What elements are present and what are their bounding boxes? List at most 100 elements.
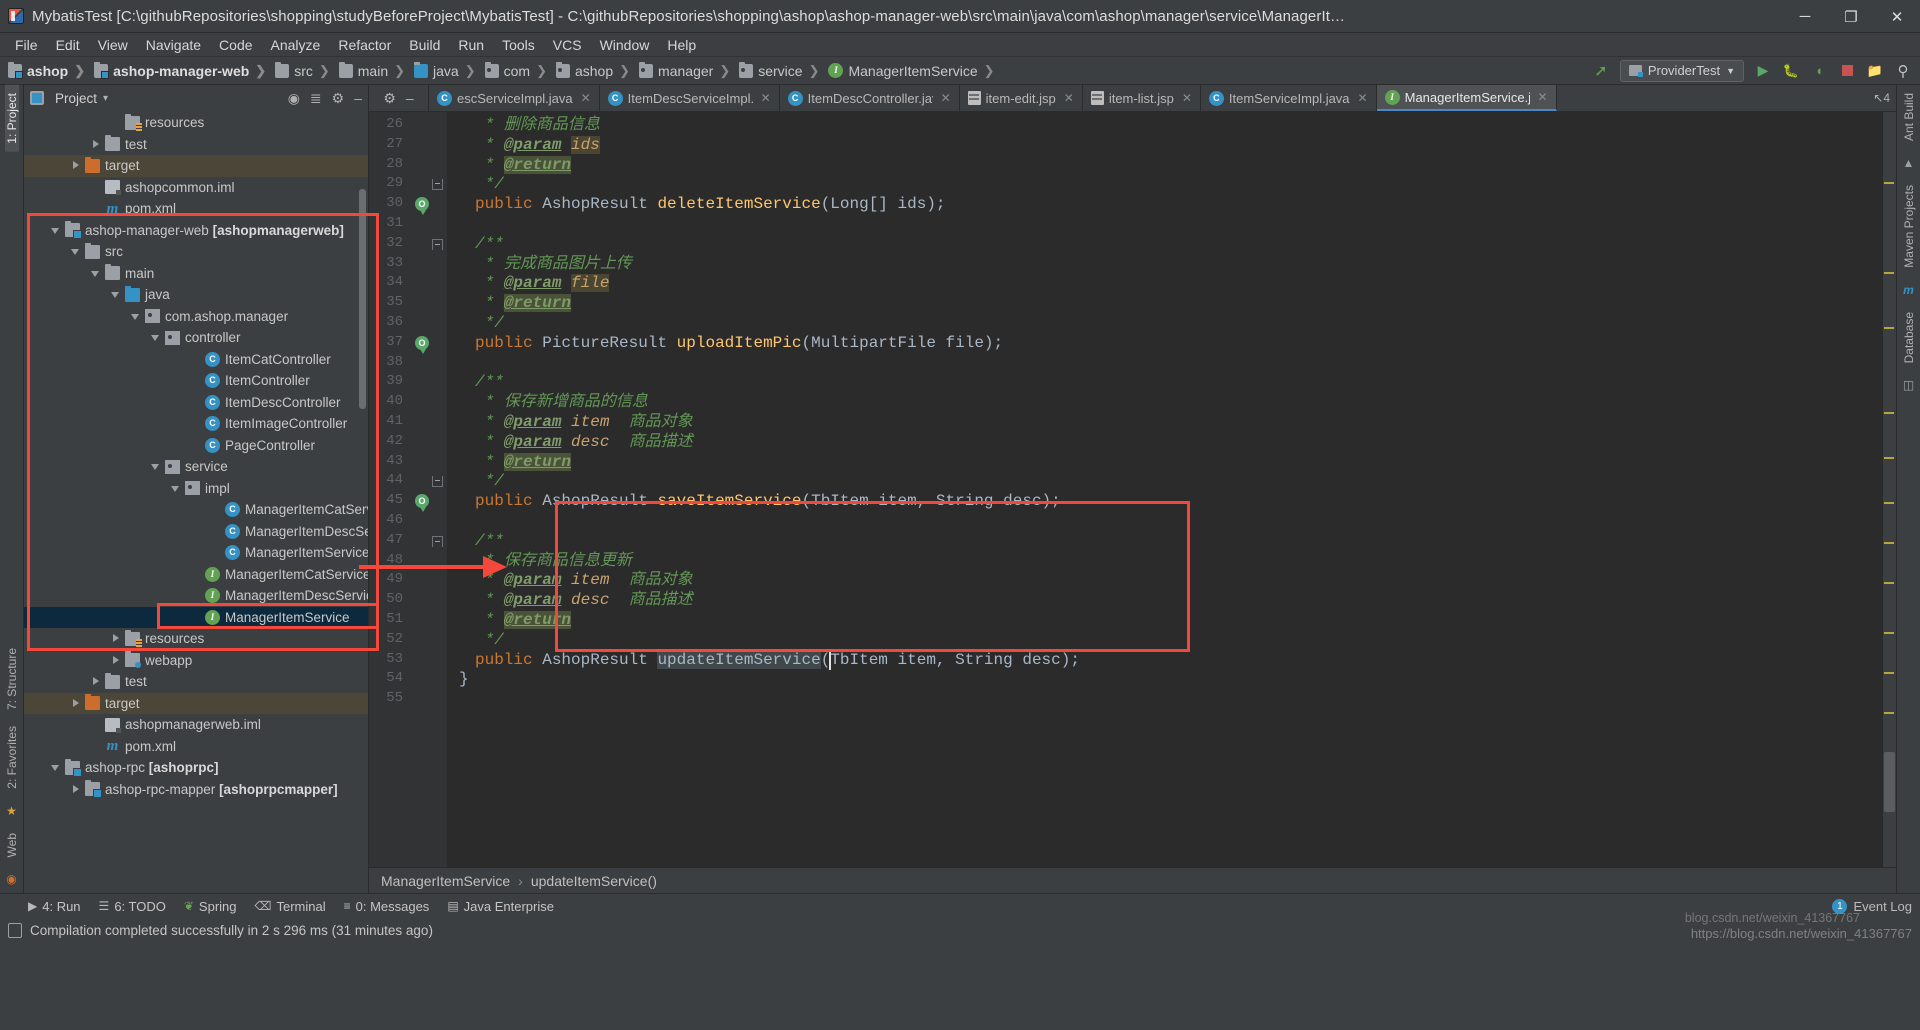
chevron-expanded-icon[interactable] (50, 761, 63, 774)
tree-item-impl[interactable]: impl (24, 478, 368, 500)
debug-bug-icon[interactable]: 🐛 (1782, 62, 1800, 80)
tree-item-itemcatcontroller[interactable]: C ItemCatController (24, 349, 368, 371)
menu-navigate[interactable]: Navigate (137, 35, 210, 55)
chevron-collapsed-icon[interactable] (70, 697, 83, 710)
tool-window-ant-build[interactable]: Ant Build (1902, 85, 1916, 149)
menu-refactor[interactable]: Refactor (329, 35, 400, 55)
menu-edit[interactable]: Edit (47, 35, 89, 55)
chevron-expanded-icon[interactable] (110, 288, 123, 301)
editor-tab-item-edit-jsp[interactable]: item-edit.jsp ✕ (960, 85, 1083, 111)
chevron-expanded-icon[interactable] (50, 224, 63, 237)
tree-item-target[interactable]: target (24, 155, 368, 177)
error-stripe-mark[interactable] (1884, 327, 1894, 329)
bottom-tool-0-messages[interactable]: ≡ 0: Messages (344, 899, 430, 914)
implemented-method-marker-icon[interactable]: O (415, 494, 429, 513)
editor-tab-item-list-jsp[interactable]: item-list.jsp ✕ (1083, 85, 1201, 111)
navbar-crumb-src[interactable]: src ❯ (273, 61, 337, 79)
menu-help[interactable]: Help (658, 35, 705, 55)
settings-gear-icon[interactable]: ⚙ (383, 90, 396, 107)
editor-gutter[interactable]: 26 27 28 29 30 31 32 33 34 35 36 37 38 39 40 41 42 43 44 45… (369, 112, 447, 867)
code-fold-bot-icon[interactable] (432, 179, 443, 191)
tree-item-target[interactable]: target (24, 692, 368, 714)
tool-window-project[interactable]: 1: Project (4, 85, 19, 152)
tree-item-ashopcommon.iml[interactable]: ashopcommon.iml (24, 177, 368, 199)
tree-item-itemcontroller[interactable]: C ItemController (24, 370, 368, 392)
run-icon[interactable]: ▶ (1754, 62, 1772, 80)
chevron-expanded-icon[interactable] (170, 482, 183, 495)
error-stripe-mark[interactable] (1884, 502, 1894, 504)
tree-item-manageritemserviceimpl[interactable]: C ManagerItemServiceImpl (24, 542, 368, 564)
hammer-build-icon[interactable]: ➚ (1592, 62, 1610, 80)
navbar-crumb-ashop-manager-web[interactable]: ashop-manager-web ❯ (92, 61, 273, 79)
chevron-expanded-icon[interactable] (70, 245, 83, 258)
error-stripe-mark[interactable] (1884, 672, 1894, 674)
tree-item-ashop-manager-web[interactable]: ashop-manager-web [ashopmanagerweb] (24, 220, 368, 242)
tree-item-resources[interactable]: resources (24, 628, 368, 650)
editor-tab-escserviceimpl-java[interactable]: CescServiceImpl.java ✕ (429, 85, 600, 111)
breadcrumb-member[interactable]: updateItemService() (531, 873, 657, 889)
editor-tab-manageritemservice-java[interactable]: IManagerItemService.java ✕ (1376, 85, 1557, 111)
tree-item-ashop-rpc-mapper[interactable]: ashop-rpc-mapper [ashoprpcmapper] (24, 779, 368, 801)
chevron-collapsed-icon[interactable] (110, 632, 123, 645)
chevron-collapsed-icon[interactable] (110, 654, 123, 667)
maximize-button[interactable]: ❐ (1828, 0, 1874, 33)
navbar-crumb-service[interactable]: service ❯ (737, 61, 826, 79)
bottom-tool-4-run[interactable]: ▶ 4: Run (28, 899, 81, 914)
database-icon[interactable]: ◫ (1901, 377, 1917, 393)
tree-item-pom.xml[interactable]: m pom.xml (24, 736, 368, 758)
close-icon[interactable]: ✕ (941, 91, 951, 105)
tree-item-manageritemcatserviceim[interactable]: C ManagerItemCatServiceIm (24, 499, 368, 521)
minimize-button[interactable]: ─ (1782, 0, 1828, 33)
chevron-collapsed-icon[interactable] (70, 783, 83, 796)
error-stripe-gutter[interactable] (1882, 112, 1896, 867)
navbar-crumb-java[interactable]: java ❯ (412, 61, 483, 79)
code-fold-bot-icon[interactable] (432, 476, 443, 488)
project-structure-icon[interactable]: 📁 (1866, 62, 1884, 80)
implemented-method-marker-icon[interactable]: O (415, 197, 429, 216)
chevron-collapsed-icon[interactable] (90, 138, 103, 151)
collapse-all-icon[interactable]: ≣ (310, 90, 322, 107)
tree-item-ashopmanagerweb.iml[interactable]: ashopmanagerweb.iml (24, 714, 368, 736)
menu-view[interactable]: View (89, 35, 137, 55)
tool-window-database[interactable]: Database (1902, 304, 1916, 371)
editor-tab-itemserviceimpl-java[interactable]: C ItemServiceImpl.java ✕ (1201, 85, 1377, 111)
tab-list-icon[interactable]: ↖4 (1873, 91, 1890, 105)
editor-tab-itemdescserviceimpl-java[interactable]: CItemDescServiceImpl.java ✕ (600, 85, 780, 111)
error-stripe-mark[interactable] (1884, 412, 1894, 414)
stop-icon[interactable] (1838, 62, 1856, 80)
close-icon[interactable]: ✕ (761, 91, 771, 105)
tree-item-pagecontroller[interactable]: C PageController (24, 435, 368, 457)
navbar-crumb-com[interactable]: com ❯ (483, 61, 554, 79)
navbar-crumb-manageritemservice[interactable]: I ManagerItemService ❯ (826, 63, 1001, 79)
maven-icon[interactable]: m (1901, 282, 1917, 298)
tree-item-test[interactable]: test (24, 134, 368, 156)
editor-tab-overflow[interactable]: ↖4 (1867, 85, 1896, 111)
close-icon[interactable]: ✕ (1358, 91, 1368, 105)
close-icon[interactable]: ✕ (1064, 91, 1074, 105)
tree-item-java[interactable]: java (24, 284, 368, 306)
menu-vcs[interactable]: VCS (544, 35, 591, 55)
tree-item-service[interactable]: service (24, 456, 368, 478)
close-icon[interactable]: ✕ (1538, 90, 1548, 104)
ant-build-icon[interactable]: ▲ (1901, 155, 1917, 171)
navbar-crumb-main[interactable]: main ❯ (337, 61, 412, 79)
close-icon[interactable]: ✕ (1182, 91, 1192, 105)
settings-gear-icon[interactable]: ⚙ (332, 90, 345, 107)
event-log-label[interactable]: Event Log (1853, 899, 1912, 914)
tree-item-pom.xml[interactable]: m pom.xml (24, 198, 368, 220)
chevron-expanded-icon[interactable] (130, 310, 143, 323)
menu-window[interactable]: Window (591, 35, 659, 55)
navbar-crumb-ashop[interactable]: ashop ❯ (554, 61, 637, 79)
favorites-star-icon[interactable]: ★ (4, 803, 20, 819)
tree-item-resources[interactable]: resources (24, 112, 368, 134)
tool-window-web[interactable]: Web (5, 825, 19, 865)
run-configuration-selector[interactable]: ProviderTest ▼ (1619, 59, 1744, 82)
hide-panel-icon[interactable]: – (354, 90, 362, 106)
error-stripe-mark[interactable] (1884, 582, 1894, 584)
bottom-tool-6-todo[interactable]: ☰ 6: TODO (99, 899, 166, 914)
tree-item-controller[interactable]: controller (24, 327, 368, 349)
tree-item-itemdesccontroller[interactable]: C ItemDescController (24, 392, 368, 414)
navbar-crumb-manager[interactable]: manager ❯ (637, 61, 737, 79)
close-button[interactable]: ✕ (1874, 0, 1920, 33)
tool-window-structure[interactable]: 7: Structure (5, 640, 19, 718)
